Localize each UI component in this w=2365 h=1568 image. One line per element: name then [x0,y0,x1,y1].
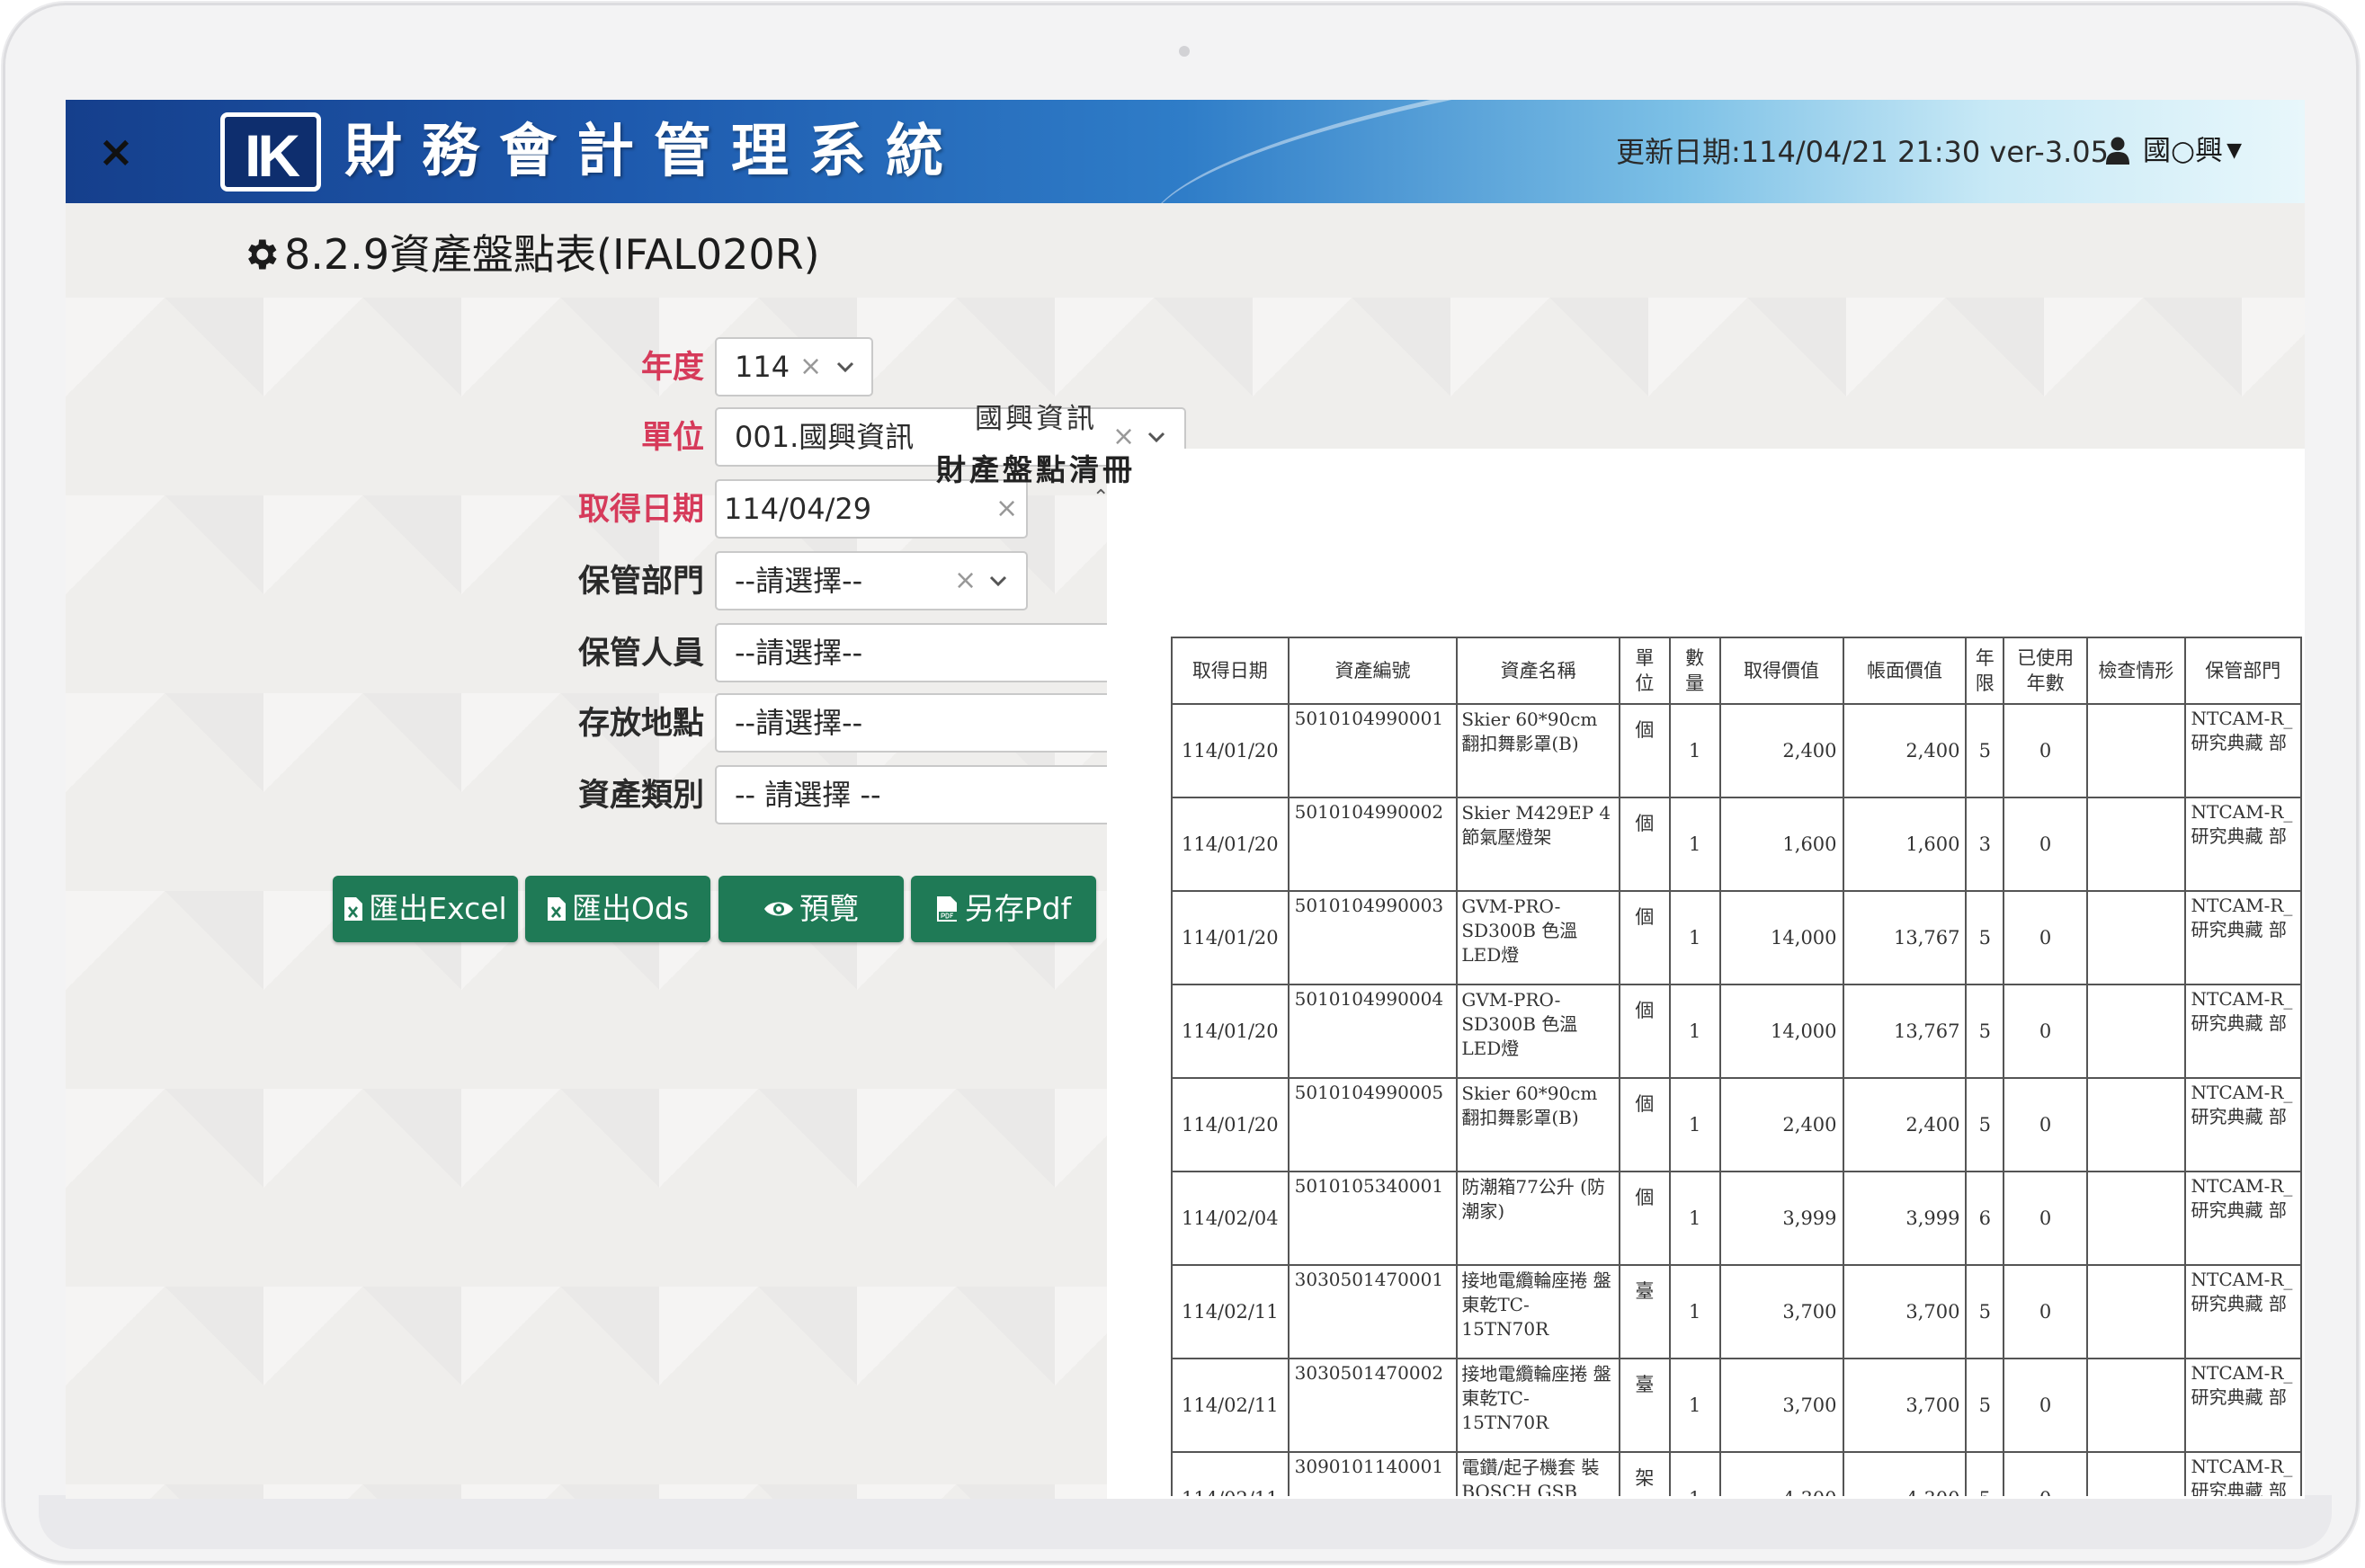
pdf-file-icon [936,896,957,922]
dept-label: 保管部門 [577,564,704,600]
export-ods-button[interactable]: 匯出Ods [525,876,710,942]
unit-value: 001.國興資訊 [735,420,915,454]
caret-down-icon: ▼ [2227,139,2242,162]
location-select[interactable]: --請選擇-- [715,693,1147,753]
keeper-value: --請選擇-- [735,636,863,670]
app-screen: × IK 財務會計管理系統 更新日期:114/04/21 21:30 ver-3… [66,100,2305,1499]
app-header: × IK 財務會計管理系統 更新日期:114/04/21 21:30 ver-3… [66,100,2305,203]
preview-label: 預覽 [799,891,859,926]
ods-file-icon [547,897,566,921]
page-title: 8.2.9資產盤點表(IFAL020R) [241,226,820,283]
category-value: -- 請選擇 -- [735,778,881,812]
close-icon[interactable]: × [91,127,141,177]
camera-dot [1179,46,1190,57]
report-preview [1107,449,2305,1499]
export-ods-label: 匯出Ods [571,891,690,926]
report-company: 國興資訊 [975,403,1097,435]
company-logo: IK [220,112,321,192]
year-label: 年度 [640,350,704,386]
location-value: --請選擇-- [735,706,863,740]
clear-icon[interactable]: × [995,481,1018,537]
device-bottom-bezel [39,1495,2332,1549]
category-label: 資產類別 [577,778,704,814]
laptop-frame: × IK 財務會計管理系統 更新日期:114/04/21 21:30 ver-3… [3,3,2359,1564]
keeper-select[interactable]: --請選擇-- [715,623,1147,682]
export-excel-label: 匯出Excel [369,891,507,926]
clear-icon[interactable]: × [799,339,822,395]
clear-icon[interactable]: × [954,553,977,609]
save-pdf-button[interactable]: 另存Pdf [911,876,1096,942]
keeper-label: 保管人員 [577,636,704,672]
category-select[interactable]: -- 請選擇 -- [715,765,1147,824]
app-title: 財務會計管理系統 [344,119,963,185]
user-icon [2106,137,2129,165]
preview-button[interactable]: 預覽 [718,876,904,942]
excel-file-icon [344,897,363,921]
acquire-date-label: 取得日期 [577,492,704,528]
eye-icon [764,902,793,916]
dept-value: --請選擇-- [735,564,863,598]
unit-label: 單位 [640,420,704,456]
page-title-text: 8.2.9資產盤點表(IFAL020R) [284,230,820,279]
user-menu[interactable]: 國○興 ▼ [2105,130,2242,172]
year-value: 114 [735,350,790,384]
update-info: 更新日期:114/04/21 21:30 ver-3.05 [1616,135,2109,169]
chevron-down-icon[interactable] [832,339,859,395]
user-name: 國○興 [2143,135,2224,167]
location-label: 存放地點 [577,706,704,742]
save-pdf-label: 另存Pdf [964,891,1072,926]
dept-select[interactable]: --請選擇-- × [715,551,1028,610]
report-title: 財產盤點清冊 [936,452,1136,487]
acquire-date-value: 114/04/29 [724,492,872,526]
export-excel-button[interactable]: 匯出Excel [333,876,518,942]
gear-icon [248,239,277,270]
chevron-down-icon[interactable] [985,553,1012,609]
year-select[interactable]: 114 × [715,337,873,396]
